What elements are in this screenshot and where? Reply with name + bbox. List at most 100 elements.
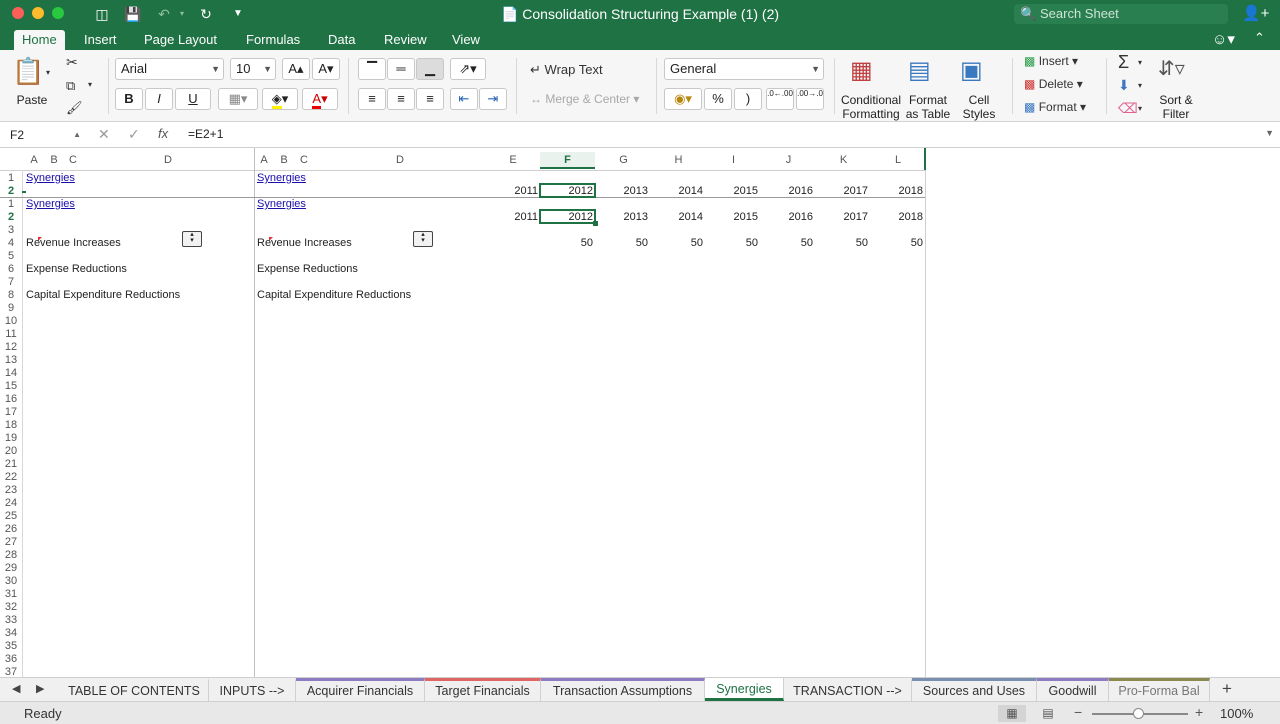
cut-icon[interactable]: ✂ — [66, 54, 78, 71]
row-header[interactable]: 1 — [0, 172, 22, 185]
sheet-tab[interactable]: Target Financials — [425, 678, 541, 701]
year-cell[interactable]: 2018 — [871, 211, 923, 224]
revenue-value-cell[interactable]: 50 — [761, 237, 813, 250]
row-header[interactable]: 33 — [0, 614, 22, 627]
fill-icon[interactable]: ⬇ — [1118, 77, 1130, 94]
spin-button[interactable]: ▴ ▾ — [413, 231, 433, 247]
conditional-formatting-icon[interactable]: ▦ — [850, 56, 873, 85]
synergies-link[interactable]: Synergies — [257, 198, 306, 211]
row-header[interactable]: 18 — [0, 419, 22, 432]
row-header[interactable]: 2 — [0, 211, 22, 224]
column-header[interactable]: G — [596, 152, 651, 169]
row-header[interactable]: 12 — [0, 341, 22, 354]
column-header[interactable]: L — [871, 152, 925, 169]
cell-styles-button[interactable]: Cell Styles — [956, 93, 1002, 121]
fill-dropdown-icon[interactable]: ▾ — [1138, 81, 1142, 90]
expense-label[interactable]: Expense Reductions — [257, 263, 358, 276]
tab-review[interactable]: Review — [376, 30, 435, 50]
row-header[interactable]: 32 — [0, 601, 22, 614]
close-window-button[interactable] — [12, 7, 24, 19]
format-cells-button[interactable]: ▩ Format ▾ — [1024, 100, 1086, 114]
increase-decimal-button[interactable]: .0←.00 — [766, 88, 794, 110]
zoom-out-icon[interactable]: − — [1074, 704, 1082, 720]
row-header[interactable]: 1 — [0, 198, 22, 211]
borders-button[interactable]: ▦▾ — [218, 88, 258, 110]
revenue-value-cell[interactable]: 50 — [596, 237, 648, 250]
row-header[interactable]: 4 — [0, 237, 22, 250]
align-center-button[interactable]: ≡ — [387, 88, 415, 110]
align-top-button[interactable]: ▔ — [358, 58, 386, 80]
year-cell[interactable]: 2016 — [761, 211, 813, 224]
expand-formula-bar-icon[interactable]: ▼ — [1265, 128, 1274, 138]
collapse-ribbon-icon[interactable]: ⌃ — [1254, 30, 1265, 46]
revenue-value-cell[interactable]: 50 — [541, 237, 593, 250]
page-layout-view-icon[interactable]: ▤ — [1034, 705, 1062, 722]
row-header[interactable]: 21 — [0, 458, 22, 471]
row-header[interactable]: 25 — [0, 510, 22, 523]
save-icon[interactable]: 💾 — [123, 4, 143, 24]
align-right-button[interactable]: ≡ — [416, 88, 444, 110]
row-header[interactable]: 35 — [0, 640, 22, 653]
percent-style-button[interactable]: % — [704, 88, 732, 110]
paste-dropdown-icon[interactable]: ▾ — [46, 68, 50, 77]
year-cell[interactable]: 2011 — [486, 211, 538, 224]
next-sheet-icon[interactable]: ▶ — [36, 682, 44, 695]
sheet-tab-active[interactable]: Synergies — [705, 678, 784, 701]
column-header[interactable]: B — [276, 152, 292, 169]
year-cell[interactable]: 2011 — [486, 185, 538, 198]
sheet-tab[interactable]: INPUTS --> — [209, 678, 296, 701]
year-cell[interactable]: 2013 — [596, 211, 648, 224]
row-header[interactable]: 36 — [0, 653, 22, 666]
row-header[interactable]: 9 — [0, 302, 22, 315]
increase-indent-button[interactable]: ⇥ — [479, 88, 507, 110]
row-header[interactable]: 8 — [0, 289, 22, 302]
row-header[interactable]: 16 — [0, 393, 22, 406]
column-header[interactable]: C — [65, 152, 81, 169]
customize-toolbar-icon[interactable]: ▼ — [228, 4, 248, 24]
revenue-label[interactable]: Revenue Increases — [257, 237, 352, 250]
column-header[interactable]: A — [256, 152, 272, 169]
decrease-indent-button[interactable]: ⇤ — [450, 88, 478, 110]
column-header[interactable]: B — [46, 152, 62, 169]
row-header[interactable]: 13 — [0, 354, 22, 367]
search-sheet-input[interactable]: 🔍 Search Sheet — [1014, 4, 1228, 24]
worksheet-grid[interactable]: A B C D A B C D E F G H I J K L 12123456… — [0, 148, 1280, 677]
decrease-decimal-button[interactable]: .00→.0 — [796, 88, 824, 110]
row-header[interactable]: 7 — [0, 276, 22, 289]
row-header[interactable]: 20 — [0, 445, 22, 458]
revenue-value-cell[interactable]: 50 — [816, 237, 868, 250]
synergies-link[interactable]: Synergies — [26, 198, 75, 211]
column-header[interactable]: D — [82, 152, 254, 169]
row-header[interactable]: 10 — [0, 315, 22, 328]
tab-view[interactable]: View — [444, 30, 488, 50]
capex-label[interactable]: Capital Expenditure Reductions — [26, 289, 180, 302]
copy-dropdown-icon[interactable]: ▾ — [88, 80, 92, 89]
year-cell[interactable]: 2016 — [761, 185, 813, 198]
add-sheet-icon[interactable]: + — [1222, 679, 1232, 699]
column-header[interactable]: A — [26, 152, 42, 169]
align-middle-button[interactable]: ═ — [387, 58, 415, 80]
insert-function-icon[interactable]: fx — [158, 126, 168, 141]
fill-handle[interactable] — [593, 221, 598, 226]
row-header[interactable]: 29 — [0, 562, 22, 575]
year-cell[interactable]: 2013 — [596, 185, 648, 198]
bold-button[interactable]: B — [115, 88, 143, 110]
number-format-select[interactable]: General ▼ — [664, 58, 824, 80]
row-header[interactable]: 37 — [0, 666, 22, 677]
row-header[interactable]: 24 — [0, 497, 22, 510]
format-as-table-button[interactable]: Format as Table — [902, 93, 954, 121]
revenue-value-cell[interactable]: 50 — [706, 237, 758, 250]
row-header[interactable]: 3 — [0, 224, 22, 237]
sheet-tab[interactable]: TABLE OF CONTENTS — [60, 678, 209, 701]
merge-center-button[interactable]: ↔ Merge & Center ▾ — [530, 92, 639, 106]
sidebar-toggle-icon[interactable]: ◫ — [92, 4, 112, 24]
sheet-tab[interactable]: Acquirer Financials — [296, 678, 425, 701]
column-header[interactable]: D — [314, 152, 486, 169]
wrap-text-button[interactable]: ↵ Wrap Text — [530, 62, 603, 78]
vertical-split-line[interactable] — [254, 148, 255, 677]
normal-view-icon[interactable]: ▦ — [998, 705, 1026, 722]
row-header[interactable]: 2 — [0, 185, 22, 198]
minimize-window-button[interactable] — [32, 7, 44, 19]
italic-button[interactable]: I — [145, 88, 173, 110]
cell-styles-icon[interactable]: ▣ — [960, 56, 983, 85]
